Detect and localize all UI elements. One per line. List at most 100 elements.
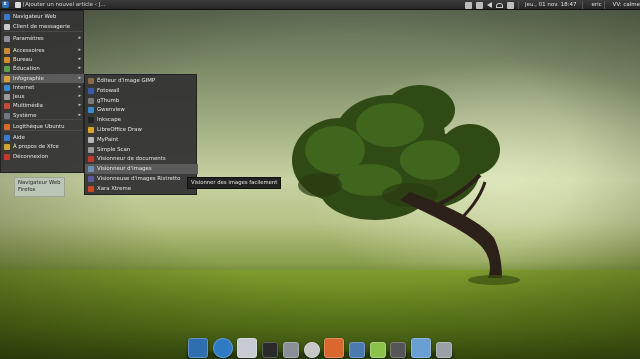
menu-item-internet[interactable]: Internet ▸ <box>1 83 85 92</box>
help-icon <box>4 134 10 141</box>
submenu-item-document-viewer[interactable]: Visionneur de documents <box>85 154 198 164</box>
submenu-item-gimp[interactable]: Éditeur d'image GIMP <box>85 76 198 86</box>
text-editor-icon[interactable] <box>349 342 366 358</box>
menu-separator <box>4 31 82 32</box>
graphics-icon <box>4 75 10 82</box>
office-icon <box>4 56 10 63</box>
menu-item-label: Système <box>13 112 37 119</box>
inkscape-icon <box>88 117 94 124</box>
submenu-arrow-icon: ▸ <box>78 75 81 81</box>
menu-item-label: Client de messagerie <box>13 23 71 30</box>
web-browser-tooltip: Navigateur Web Firefox <box>14 177 65 197</box>
menu-item-label: Accessoires <box>13 47 45 54</box>
menu-item-label: Jeux <box>13 93 25 100</box>
logout-icon <box>4 153 10 160</box>
menu-item-office[interactable]: Bureau ▸ <box>1 55 85 64</box>
accessories-icon <box>4 47 10 54</box>
music-player-icon[interactable] <box>369 342 386 358</box>
menu-item-help[interactable]: Aide <box>1 133 85 142</box>
multimedia-icon <box>4 102 10 109</box>
mail-icon[interactable] <box>237 338 258 358</box>
menu-item-label: Paramètres <box>13 35 44 42</box>
submenu-item-simple-scan[interactable]: Simple Scan <box>85 145 198 155</box>
submenu-item-label: LibreOffice Draw <box>97 127 142 133</box>
submenu-arrow-icon: ▸ <box>78 47 81 53</box>
submenu-item-gwenview[interactable]: Gwenview <box>85 105 198 115</box>
settings-tools-icon[interactable] <box>282 342 299 358</box>
submenu-item-inkscape[interactable]: Inkscape <box>85 115 198 125</box>
menu-item-label: Éducation <box>13 65 40 72</box>
gthumb-icon <box>88 97 94 104</box>
applications-menu: Navigateur Web Client de messagerie Paramè… <box>0 10 85 173</box>
menu-item-label: Multimédia <box>13 102 43 109</box>
libreoffice-draw-icon <box>88 127 94 133</box>
submenu-arrow-icon: ▸ <box>78 102 81 108</box>
trash-icon[interactable] <box>435 342 452 358</box>
xfce-logo-icon: x <box>1 1 9 8</box>
user-name[interactable]: eric <box>591 2 601 8</box>
search-icon[interactable] <box>303 342 320 358</box>
submenu-item-label: Visionneur d'images <box>97 166 152 173</box>
tray-app-icon[interactable] <box>465 1 473 9</box>
menu-item-logout[interactable]: Déconnexion <box>1 152 85 161</box>
system-tray: jeu., 01 nov. 18:47 eric VV: calme <box>463 0 640 10</box>
submenu-item-image-viewer[interactable]: Visionneur d'images <box>85 164 198 175</box>
menu-item-system[interactable]: Système ▸ <box>1 111 85 120</box>
submenu-item-fotowall[interactable]: Fotowall <box>85 86 198 96</box>
submenu-item-mypaint[interactable]: MyPaint <box>85 135 198 145</box>
submenu-item-label: Visionneuse d'images Ristretto <box>97 176 181 182</box>
taskbar-window-button[interactable]: [Ajouter un nouvel article ‹ J... <box>12 0 109 9</box>
about-xfce-icon <box>4 143 10 150</box>
games-icon[interactable] <box>390 342 407 358</box>
xara-xtreme-icon <box>88 185 94 192</box>
submenu-arrow-icon: ▸ <box>78 93 81 99</box>
submenu-item-xara-xtreme[interactable]: Xara Xtreme <box>85 184 198 194</box>
simple-scan-icon <box>88 146 94 153</box>
gimp-icon <box>88 78 94 84</box>
submenu-item-label: Fotowall <box>97 87 120 94</box>
volume-icon[interactable] <box>487 2 493 8</box>
submenu-item-gthumb[interactable]: gThumb <box>85 96 198 106</box>
system-icon <box>4 112 10 119</box>
menu-item-label: Navigateur Web <box>13 13 57 20</box>
menu-item-web-browser[interactable]: Navigateur Web <box>1 12 85 21</box>
submenu-item-label: Simple Scan <box>97 146 131 153</box>
menu-item-multimedia[interactable]: Multimédia ▸ <box>1 101 85 110</box>
terminal-icon[interactable] <box>262 342 279 358</box>
menu-item-settings[interactable]: Paramètres ▸ <box>1 34 85 43</box>
menu-item-software-center[interactable]: Logithèque Ubuntu <box>1 122 85 131</box>
submenu-item-label: gThumb <box>97 97 120 104</box>
network-icon[interactable] <box>496 2 504 8</box>
desktop-icon[interactable] <box>188 338 208 358</box>
submenu-item-ristretto[interactable]: Visionneuse d'images Ristretto <box>85 174 198 184</box>
mail-notification-icon[interactable] <box>476 1 484 9</box>
menu-item-label: Bureau <box>13 56 33 63</box>
web-browser-icon[interactable] <box>212 338 233 358</box>
menu-item-label: Aide <box>13 134 25 141</box>
file-manager-icon[interactable] <box>411 338 432 358</box>
software-center-icon[interactable] <box>324 338 345 358</box>
submenu-item-label: Gwenview <box>97 107 125 114</box>
menu-item-label: À propos de Xfce <box>13 143 59 150</box>
menu-item-about-xfce[interactable]: À propos de Xfce <box>1 142 85 151</box>
menu-item-education[interactable]: Éducation ▸ <box>1 64 85 73</box>
mypaint-icon <box>88 136 94 143</box>
submenu-arrow-icon: ▸ <box>78 56 81 62</box>
menu-item-games[interactable]: Jeux ▸ <box>1 92 85 101</box>
menu-item-accessories[interactable]: Accessoires ▸ <box>1 46 85 55</box>
submenu-item-libreoffice-draw[interactable]: LibreOffice Draw <box>85 125 198 135</box>
submenu-arrow-icon: ▸ <box>78 35 81 41</box>
battery-icon[interactable] <box>507 1 515 9</box>
menu-item-mail-client[interactable]: Client de messagerie <box>1 22 85 31</box>
fotowall-icon <box>88 87 94 94</box>
graphics-submenu: Éditeur d'image GIMP Fotowall gThumb Gwenvi… <box>84 74 198 195</box>
clock[interactable]: jeu., 01 nov. 18:47 <box>525 2 576 8</box>
weather-indicator[interactable]: VV: calme <box>613 2 640 8</box>
document-viewer-icon <box>88 156 94 163</box>
menu-item-label: Infographie <box>13 75 44 82</box>
submenu-item-label: Xara Xtreme <box>97 185 132 192</box>
image-viewer-tooltip: Visionner des images facilement <box>187 177 282 189</box>
mail-client-icon <box>4 23 10 30</box>
menu-item-graphics[interactable]: Infographie ▸ <box>1 74 85 83</box>
applications-menu-button[interactable]: x <box>0 0 10 10</box>
